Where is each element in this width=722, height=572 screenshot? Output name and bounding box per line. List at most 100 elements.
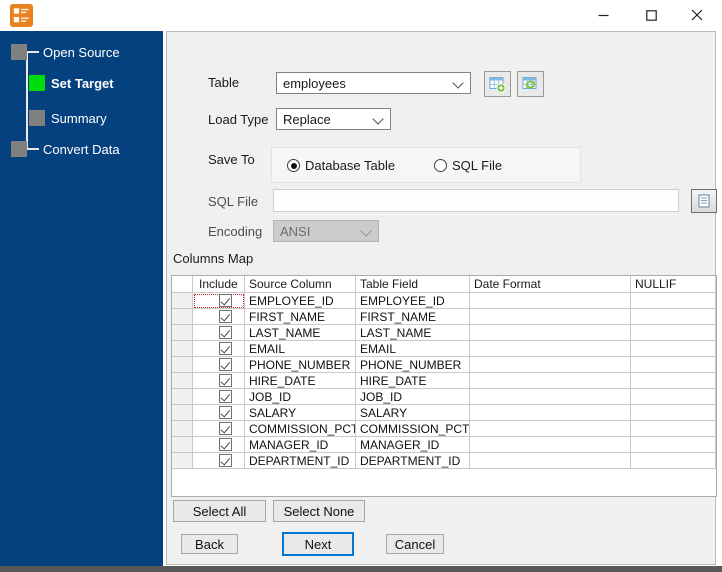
step-label: Convert Data <box>43 141 120 157</box>
source-column-cell[interactable]: JOB_ID <box>245 389 356 405</box>
include-cell[interactable] <box>193 421 245 437</box>
row-header-cell[interactable] <box>172 437 193 453</box>
include-checkbox[interactable] <box>219 326 232 339</box>
select-all-button[interactable]: Select All <box>173 500 266 522</box>
row-header-cell[interactable] <box>172 309 193 325</box>
table-field-cell[interactable]: JOB_ID <box>356 389 470 405</box>
source-column-cell[interactable]: EMAIL <box>245 341 356 357</box>
source-column-cell[interactable]: COMMISSION_PCT <box>245 421 356 437</box>
table-field-cell[interactable]: SALARY <box>356 405 470 421</box>
include-cell[interactable] <box>193 437 245 453</box>
nullif-cell[interactable] <box>631 405 716 421</box>
row-header-cell[interactable] <box>172 293 193 309</box>
minimize-button[interactable] <box>581 0 626 30</box>
new-table-button[interactable] <box>484 71 511 97</box>
cancel-button[interactable]: Cancel <box>386 534 444 554</box>
nullif-cell[interactable] <box>631 421 716 437</box>
radio-unselected-icon[interactable] <box>434 159 447 172</box>
date-format-cell[interactable] <box>470 437 631 453</box>
include-cell[interactable] <box>193 373 245 389</box>
nullif-cell[interactable] <box>631 437 716 453</box>
row-header-cell[interactable] <box>172 325 193 341</box>
row-header-cell[interactable] <box>172 357 193 373</box>
source-column-cell[interactable]: SALARY <box>245 405 356 421</box>
table-field-cell[interactable]: PHONE_NUMBER <box>356 357 470 373</box>
include-cell[interactable] <box>193 405 245 421</box>
include-checkbox[interactable] <box>219 358 232 371</box>
source-column-cell[interactable]: LAST_NAME <box>245 325 356 341</box>
date-format-cell[interactable] <box>470 389 631 405</box>
include-cell[interactable] <box>193 325 245 341</box>
grid-body: EMPLOYEE_ID EMPLOYEE_ID FIRST_NAME FIRST_NA… <box>172 293 716 469</box>
maximize-button[interactable] <box>629 0 674 30</box>
include-cell[interactable] <box>193 389 245 405</box>
table-field-cell[interactable]: COMMISSION_PCT <box>356 421 470 437</box>
date-format-cell[interactable] <box>470 341 631 357</box>
row-header-cell[interactable] <box>172 405 193 421</box>
include-checkbox[interactable] <box>219 438 232 451</box>
include-checkbox[interactable] <box>219 342 232 355</box>
include-checkbox[interactable] <box>219 406 232 419</box>
source-column-cell[interactable]: DEPARTMENT_ID <box>245 453 356 469</box>
row-header-cell[interactable] <box>172 373 193 389</box>
include-checkbox[interactable] <box>219 422 232 435</box>
nullif-cell[interactable] <box>631 389 716 405</box>
close-button[interactable] <box>674 0 719 30</box>
date-format-cell[interactable] <box>470 405 631 421</box>
load-type-select[interactable]: Replace <box>276 108 391 130</box>
source-column-cell[interactable]: PHONE_NUMBER <box>245 357 356 373</box>
table-row: COMMISSION_PCT COMMISSION_PCT <box>172 421 716 437</box>
date-format-cell[interactable] <box>470 421 631 437</box>
back-button[interactable]: Back <box>181 534 238 554</box>
refresh-tables-button[interactable] <box>517 71 544 97</box>
row-header-cell[interactable] <box>172 453 193 469</box>
include-cell[interactable] <box>193 309 245 325</box>
table-field-cell[interactable]: EMPLOYEE_ID <box>356 293 470 309</box>
browse-file-button[interactable] <box>691 189 717 213</box>
include-checkbox[interactable] <box>219 454 232 467</box>
include-cell[interactable] <box>193 293 245 309</box>
date-format-cell[interactable] <box>470 325 631 341</box>
include-checkbox[interactable] <box>219 390 232 403</box>
table-field-cell[interactable]: EMAIL <box>356 341 470 357</box>
table-field-cell[interactable]: MANAGER_ID <box>356 437 470 453</box>
table-field-cell[interactable]: LAST_NAME <box>356 325 470 341</box>
nullif-cell[interactable] <box>631 357 716 373</box>
sql-file-input[interactable] <box>273 189 679 212</box>
radio-option-database-table[interactable]: Database Table <box>287 158 395 173</box>
date-format-cell[interactable] <box>470 293 631 309</box>
include-cell[interactable] <box>193 453 245 469</box>
table-field-cell[interactable]: DEPARTMENT_ID <box>356 453 470 469</box>
date-format-cell[interactable] <box>470 309 631 325</box>
next-button[interactable]: Next <box>282 532 354 556</box>
source-column-cell[interactable]: HIRE_DATE <box>245 373 356 389</box>
table-field-cell[interactable]: HIRE_DATE <box>356 373 470 389</box>
include-checkbox[interactable] <box>219 310 232 323</box>
source-column-cell[interactable]: MANAGER_ID <box>245 437 356 453</box>
nullif-cell[interactable] <box>631 293 716 309</box>
date-format-cell[interactable] <box>470 373 631 389</box>
row-header-cell[interactable] <box>172 421 193 437</box>
date-format-cell[interactable] <box>470 453 631 469</box>
row-header-cell[interactable] <box>172 341 193 357</box>
column-header-table-field: Table Field <box>356 276 470 293</box>
source-column-cell[interactable]: EMPLOYEE_ID <box>245 293 356 309</box>
nullif-cell[interactable] <box>631 325 716 341</box>
table-field-cell[interactable]: FIRST_NAME <box>356 309 470 325</box>
source-column-cell[interactable]: FIRST_NAME <box>245 309 356 325</box>
select-none-button[interactable]: Select None <box>273 500 365 522</box>
date-format-cell[interactable] <box>470 357 631 373</box>
nullif-cell[interactable] <box>631 453 716 469</box>
nullif-cell[interactable] <box>631 341 716 357</box>
maximize-icon <box>646 9 657 21</box>
nullif-cell[interactable] <box>631 309 716 325</box>
nullif-cell[interactable] <box>631 373 716 389</box>
table-select[interactable]: employees <box>276 72 471 94</box>
include-cell[interactable] <box>193 341 245 357</box>
include-checkbox[interactable] <box>219 374 232 387</box>
include-cell[interactable] <box>193 357 245 373</box>
radio-option-sql-file[interactable]: SQL File <box>434 158 502 173</box>
include-checkbox[interactable] <box>219 294 232 307</box>
radio-selected-icon[interactable] <box>287 159 300 172</box>
row-header-cell[interactable] <box>172 389 193 405</box>
